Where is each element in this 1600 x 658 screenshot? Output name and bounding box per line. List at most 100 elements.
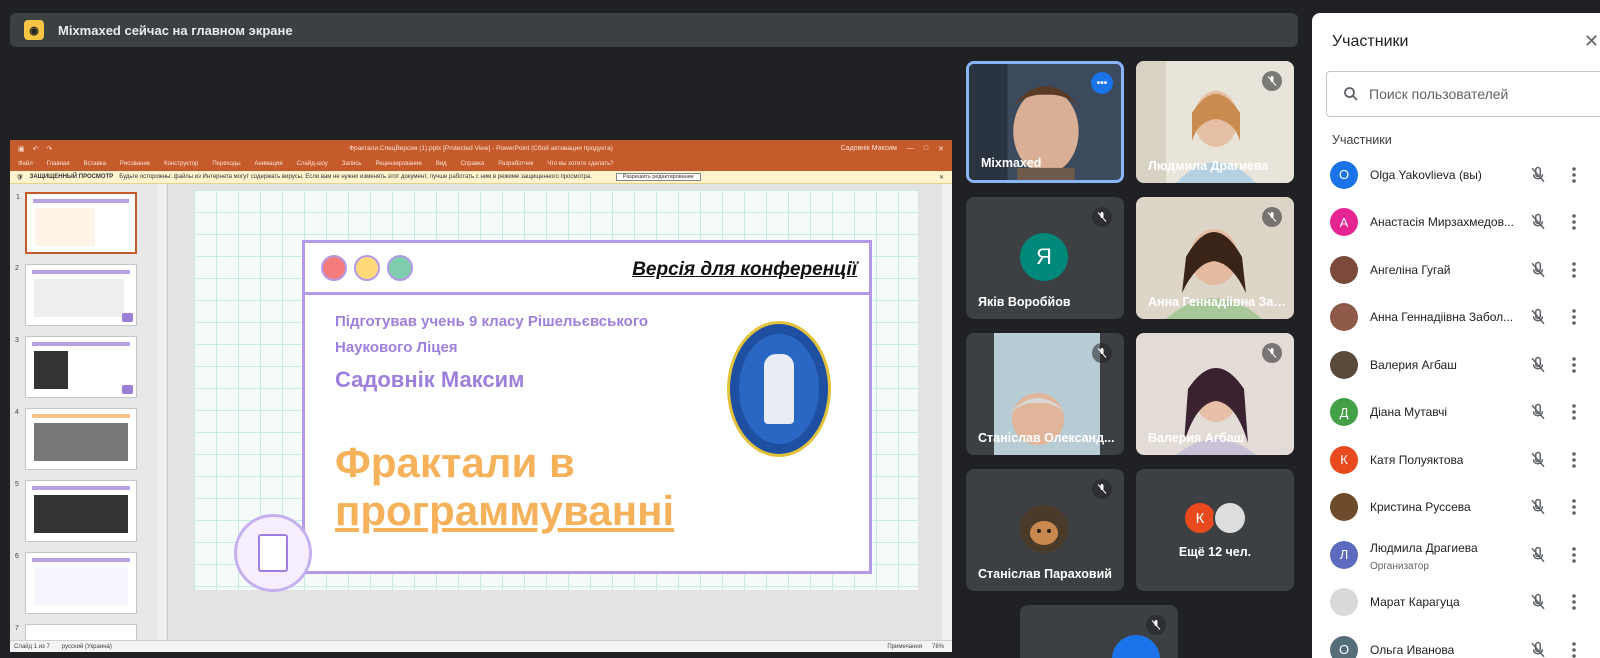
participant-row[interactable]: Марат Карагуца <box>1312 579 1600 627</box>
participant-tile[interactable]: Станіслав Олександ... <box>966 333 1124 455</box>
participant-row[interactable]: O Olga Yakovlieva (вы) <box>1312 151 1600 199</box>
participant-tile[interactable]: Станіслав Параховий <box>966 469 1124 591</box>
redo-icon: ↷ <box>46 145 53 153</box>
avatar <box>1330 588 1358 617</box>
mic-off-icon <box>1262 71 1282 91</box>
ribbon-tab: Рисование <box>119 161 151 167</box>
more-options-icon[interactable] <box>1566 590 1582 614</box>
more-options-icon[interactable] <box>1566 258 1582 282</box>
section-label: Участники <box>1332 133 1392 147</box>
ribbon-tab: Главная <box>46 161 70 167</box>
avatar: O <box>1330 160 1358 189</box>
slide-thumbnail: 3 <box>15 336 137 398</box>
mic-off-icon[interactable] <box>1526 353 1550 377</box>
participant-row[interactable]: Кристина Руссева <box>1312 484 1600 532</box>
more-options-icon[interactable] <box>1566 543 1582 567</box>
avatar: Д <box>1330 398 1358 427</box>
more-participants-label: Ещё 12 чел. <box>1178 545 1252 559</box>
participant-tile[interactable]: Анна Геннадіівна Заб... <box>1136 197 1294 319</box>
more-participants-tile[interactable]: К Ещё 12 чел. <box>1136 469 1294 591</box>
slide-thumbnail: 2 <box>15 264 137 326</box>
participant-tile[interactable] <box>1020 605 1178 658</box>
participant-tile[interactable]: Я Яків Воробйов <box>966 197 1124 319</box>
participant-row[interactable]: А Анастасія Мирзахмедов... <box>1312 199 1600 247</box>
enable-editing-button: Разрешить редактирование <box>615 173 701 181</box>
participant-tile[interactable]: Людмила Драгиева <box>1136 61 1294 183</box>
maximize-icon: □ <box>923 145 929 152</box>
avatar: Я <box>1020 233 1068 281</box>
participant-row[interactable]: О Ольга Иванова <box>1312 626 1600 658</box>
slide-thumbnail: 4 <box>15 408 137 470</box>
search-box[interactable] <box>1326 71 1600 117</box>
powerpoint-statusbar: Слайд 1 из 7 русский (Украина) Примечани… <box>10 640 952 652</box>
document-icon <box>234 514 312 592</box>
slide-thumbnails: 1 2 3 4 5 6 7 <box>10 184 168 644</box>
search-input[interactable] <box>1369 86 1589 102</box>
participant-name: Анна Геннадіівна Забол... <box>1370 310 1514 325</box>
mic-off-icon[interactable] <box>1526 638 1550 658</box>
prepared-by-line1: Підготував учень 9 класу Рішельєвського <box>335 313 649 330</box>
participant-name: Mixmaxed <box>981 156 1042 170</box>
slide-counter: Слайд 1 из 7 <box>14 643 50 650</box>
avatar <box>1330 350 1358 379</box>
participant-name: Ангеліна Гугай <box>1370 262 1451 277</box>
participant-row[interactable]: Анна Геннадіівна Забол... <box>1312 294 1600 342</box>
close-icon[interactable]: ✕ <box>1584 31 1599 52</box>
more-options-icon[interactable] <box>1566 495 1582 519</box>
participant-row[interactable]: Ангеліна Гугай <box>1312 246 1600 294</box>
window-controls: Садовнік Максим — □ ✕ <box>841 140 944 157</box>
mic-off-icon[interactable] <box>1526 400 1550 424</box>
mic-off-icon[interactable] <box>1526 258 1550 282</box>
panel-title: Участники <box>1332 33 1409 50</box>
canvas-scrollbar <box>942 184 952 640</box>
more-options-icon[interactable] <box>1566 210 1582 234</box>
participant-name: Станіслав Олександ... <box>978 431 1115 445</box>
ribbon-tab: Вставка <box>83 161 106 167</box>
more-options-icon[interactable] <box>1566 400 1582 424</box>
participant-row[interactable]: Л Людмила Драгиева Организатор <box>1312 531 1600 579</box>
slide-title-line1: Фрактали в <box>335 439 575 486</box>
participant-row[interactable]: Валерия Агбаш <box>1312 341 1600 389</box>
mic-off-icon[interactable] <box>1526 448 1550 472</box>
mic-off-icon[interactable] <box>1526 495 1550 519</box>
ribbon-tab: Разработчик <box>498 161 534 167</box>
participant-tile[interactable]: Валерия Агбаш <box>1136 333 1294 455</box>
ribbon-tab: Вид <box>435 161 447 167</box>
mic-off-icon[interactable] <box>1526 305 1550 329</box>
participant-name: Станіслав Параховий <box>978 567 1112 581</box>
comment-icon <box>122 385 133 394</box>
mic-off-icon[interactable] <box>1526 590 1550 614</box>
ribbon-tab: Слайд-шоу <box>296 161 328 167</box>
more-options-icon[interactable] <box>1566 305 1582 329</box>
quick-access-toolbar: ▣ ↶ ↷ <box>18 140 52 157</box>
conference-version-label: Версія для конференції <box>632 259 857 280</box>
participant-name: Людмила Драгиева <box>1370 541 1478 555</box>
language-indicator: русский (Украина) <box>61 643 112 650</box>
participant-name: Анастасія Мирзахмедов... <box>1370 215 1514 230</box>
participant-name: Валерия Агбаш <box>1370 357 1457 372</box>
participant-row[interactable]: Д Діана Мутавчі <box>1312 389 1600 437</box>
more-options-icon[interactable]: ••• <box>1091 72 1113 94</box>
avatar <box>1112 635 1160 658</box>
mic-off-icon[interactable] <box>1526 163 1550 187</box>
more-options-icon[interactable] <box>1566 353 1582 377</box>
participant-row[interactable]: К Катя Полуяктова <box>1312 436 1600 484</box>
more-options-icon[interactable] <box>1566 638 1582 658</box>
mic-off-icon <box>1092 479 1112 499</box>
mic-off-icon[interactable] <box>1526 210 1550 234</box>
mic-off-icon[interactable] <box>1526 543 1550 567</box>
shield-icon: 🛡 <box>16 174 24 181</box>
more-options-icon[interactable] <box>1566 163 1582 187</box>
participant-name: Olga Yakovlieva (вы) <box>1370 167 1482 182</box>
tell-me-search: Что вы хотите сделать? <box>547 161 614 167</box>
protected-view-bar: 🛡 ЗАЩИЩЕННЫЙ ПРОСМОТР Будьте осторожны: … <box>10 171 952 184</box>
participant-name: Марат Карагуца <box>1370 595 1460 610</box>
card-header: Версія для конференції <box>305 243 869 295</box>
participant-tile[interactable]: ••• Mixmaxed <box>966 61 1124 183</box>
window-title: Фрактали.СпецВерсия (1).pptx [Protected … <box>349 145 613 152</box>
ribbon-tab: Анимация <box>254 161 283 167</box>
mic-off-icon <box>1262 343 1282 363</box>
participant-name: Катя Полуяктова <box>1370 452 1464 467</box>
more-options-icon[interactable] <box>1566 448 1582 472</box>
ribbon-tab: Файл <box>18 161 33 167</box>
